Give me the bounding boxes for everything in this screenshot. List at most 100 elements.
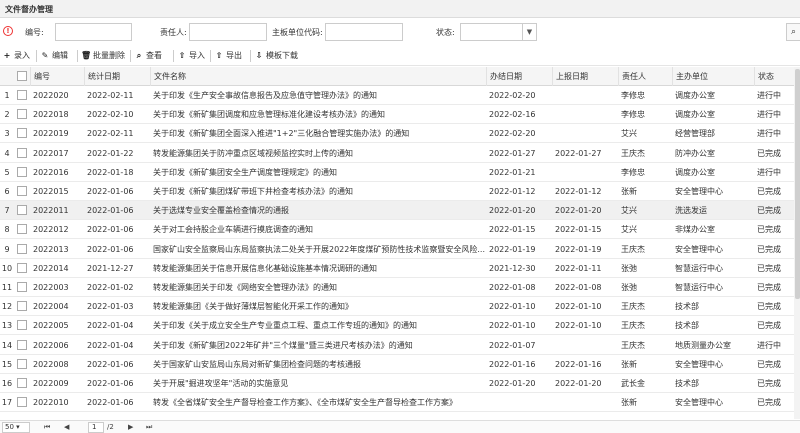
row-checkbox[interactable]: [17, 358, 27, 369]
scrollbar-thumb[interactable]: [795, 69, 800, 299]
cell-file-name: 关于对工会持股企业车辆进行摸底调查的通知: [153, 225, 313, 235]
cell-file-name: 国家矿山安全监察局山东局监察执法二处关于开展2022年度煤矿预防性技术监察暨安全…: [153, 244, 485, 254]
cell-unit: 非煤办公室: [675, 225, 715, 235]
toolbar-divider: [173, 50, 174, 62]
row-checkbox[interactable]: [17, 147, 27, 158]
table-row[interactable]: 17 2022010 2022-01-06 转发《全省煤矿安全生产督导检查工作方案》、…: [0, 393, 800, 413]
cell-owner: 李修忠: [621, 167, 645, 177]
import-button[interactable]: ⇧ 导入: [177, 48, 205, 64]
filter-bar: ! 编号: 责任人: 主板单位代码: 状态: ▼ ⌕: [0, 20, 800, 44]
cell-unit: 技术部: [675, 321, 699, 331]
row-checkbox[interactable]: [17, 166, 27, 177]
page-number-input[interactable]: 1: [88, 422, 104, 433]
row-number: 8: [4, 225, 10, 235]
select-all-checkbox[interactable]: [17, 71, 27, 81]
page-size-select[interactable]: 50 ▾: [2, 422, 30, 433]
chevron-down-icon[interactable]: ▼: [522, 24, 536, 40]
row-checkbox[interactable]: [17, 243, 27, 254]
row-checkbox[interactable]: [17, 339, 27, 350]
owner-input[interactable]: [189, 23, 267, 41]
row-number: 3: [4, 129, 10, 139]
export-icon: ⇧: [215, 51, 223, 60]
col-header-owner[interactable]: 责任人: [618, 67, 672, 86]
cell-owner: 王庆杰: [621, 340, 645, 350]
table-row[interactable]: 1 2022020 2022-02-11 关于印发《生产安全事故信息报告及应急值守管理…: [0, 86, 800, 105]
last-page-icon[interactable]: ⏭: [146, 422, 152, 433]
table-row[interactable]: 10 2022014 2021-12-27 转发能源集团关于信息开展信息化基础设施基本…: [0, 259, 800, 278]
table-row[interactable]: 5 2022016 2022-01-18 关于印发《新矿集团安全生产调度管理规定》的通…: [0, 163, 800, 182]
cell-done-date: 2022-01-27: [489, 148, 536, 158]
no-input[interactable]: [55, 23, 132, 41]
table-row[interactable]: 11 2022003 2022-01-02 转发能源集团关于印发《网络安全管理办法》的…: [0, 278, 800, 297]
row-checkbox[interactable]: [17, 397, 27, 408]
row-number: 7: [4, 206, 10, 216]
table-row[interactable]: 6 2022015 2022-01-06 关于印发《新矿集团煤矿带班下井检查考核办法》…: [0, 182, 800, 201]
cell-no: 2022012: [33, 225, 69, 235]
owner-label: 责任人:: [160, 28, 187, 37]
row-checkbox[interactable]: [17, 205, 27, 216]
add-button[interactable]: + 录入: [2, 48, 30, 64]
row-number: 13: [1, 321, 13, 331]
row-checkbox[interactable]: [17, 262, 27, 273]
cell-file-name: 关于印发《生产安全事故信息报告及应急值守管理办法》的通知: [153, 91, 377, 100]
table-row[interactable]: 12 2022004 2022-01-03 转发能源集团《关于做好薄煤层智能化开采工作…: [0, 297, 800, 317]
search-button[interactable]: ⌕: [786, 23, 800, 41]
col-header-unit[interactable]: 主办单位: [672, 67, 754, 86]
template-download-button[interactable]: ⇩ 模板下载: [254, 48, 298, 64]
col-header-report-date[interactable]: 上报日期: [552, 67, 618, 86]
row-checkbox[interactable]: [17, 128, 27, 139]
next-page-icon[interactable]: ▶: [128, 422, 133, 433]
view-button[interactable]: ⌕ 查看: [134, 48, 162, 64]
row-number: 5: [4, 167, 10, 177]
export-button[interactable]: ⇧ 导出: [214, 48, 242, 64]
cell-no: 2022006: [33, 340, 69, 350]
cell-done-date: 2022-01-20: [489, 206, 536, 216]
cell-stat-date: 2022-02-11: [87, 91, 134, 100]
table-row[interactable]: 15 2022008 2022-01-06 关于国家矿山安监局山东局对新矿集团检查问题…: [0, 355, 800, 374]
edit-button[interactable]: ✎ 编辑: [40, 48, 68, 64]
table-row[interactable]: 16 2022009 2022-01-06 关于开展"掘进攻坚年"活动的实施意见 202…: [0, 374, 800, 393]
table-row[interactable]: 13 2022005 2022-01-04 关于印发《关于成立安全生产专业重点工程、重…: [0, 316, 800, 336]
cell-stat-date: 2022-01-06: [87, 398, 134, 408]
table-row[interactable]: 3 2022019 2022-02-11 关于印发《新矿集团全面深入推进"1+2"三化…: [0, 124, 800, 144]
first-page-icon[interactable]: ⏮: [44, 422, 50, 433]
row-checkbox[interactable]: [17, 224, 27, 235]
row-checkbox[interactable]: [17, 282, 27, 292]
toolbar-divider: [130, 50, 131, 62]
table-row[interactable]: 7 2022011 2022-01-06 关于选煤专业安全覆盖检查情况的通报 2022-…: [0, 201, 800, 221]
row-checkbox[interactable]: [17, 301, 27, 312]
row-checkbox[interactable]: [17, 378, 27, 388]
table-row[interactable]: 2 2022018 2022-02-10 关于印发《新矿集团调度和应急管理标准化建设考…: [0, 105, 800, 125]
table-row[interactable]: 4 2022017 2022-01-22 转发能源集团关于防冲重点区域视频监控实时上传…: [0, 144, 800, 163]
prev-page-icon[interactable]: ◀: [64, 422, 69, 433]
row-checkbox[interactable]: [17, 320, 27, 331]
row-checkbox[interactable]: [17, 90, 27, 100]
cell-no: 2022020: [33, 91, 69, 100]
status-select[interactable]: ▼: [460, 23, 537, 41]
row-number: 10: [1, 263, 13, 273]
batch-delete-button[interactable]: 🗑 批量删除: [81, 48, 125, 64]
cell-no: 2022018: [33, 110, 69, 120]
cell-report-date: 2022-01-08: [555, 283, 602, 292]
cell-no: 2022011: [33, 206, 69, 216]
warning-icon: !: [3, 26, 13, 36]
row-number: 4: [4, 148, 10, 158]
row-checkbox[interactable]: [17, 109, 27, 120]
col-header-done-date[interactable]: 办结日期: [486, 67, 552, 86]
col-header-no[interactable]: 编号: [30, 67, 84, 86]
cell-no: 2022005: [33, 321, 69, 331]
download-icon: ⇩: [255, 51, 263, 60]
col-header-file-name[interactable]: 文件名称: [150, 67, 486, 86]
row-checkbox[interactable]: [17, 186, 27, 196]
cell-unit: 安全管理中心: [675, 398, 723, 408]
table-row[interactable]: 8 2022012 2022-01-06 关于对工会持股企业车辆进行摸底调查的通知 20…: [0, 220, 800, 240]
cell-owner: 艾兴: [621, 129, 637, 139]
table-row[interactable]: 14 2022006 2022-01-04 关于印发《新矿集团2022年矿井"三个煤量…: [0, 336, 800, 355]
row-number: 11: [1, 283, 13, 292]
table-row[interactable]: 9 2022013 2022-01-06 国家矿山安全监察局山东局监察执法二处关于开展…: [0, 240, 800, 259]
unit-code-input[interactable]: [325, 23, 403, 41]
cell-report-date: 2022-01-11: [555, 263, 602, 273]
cell-unit: 经营管理部: [675, 129, 715, 139]
col-header-stat-date[interactable]: 统计日期: [84, 67, 150, 86]
cell-done-date: 2022-01-19: [489, 244, 536, 254]
